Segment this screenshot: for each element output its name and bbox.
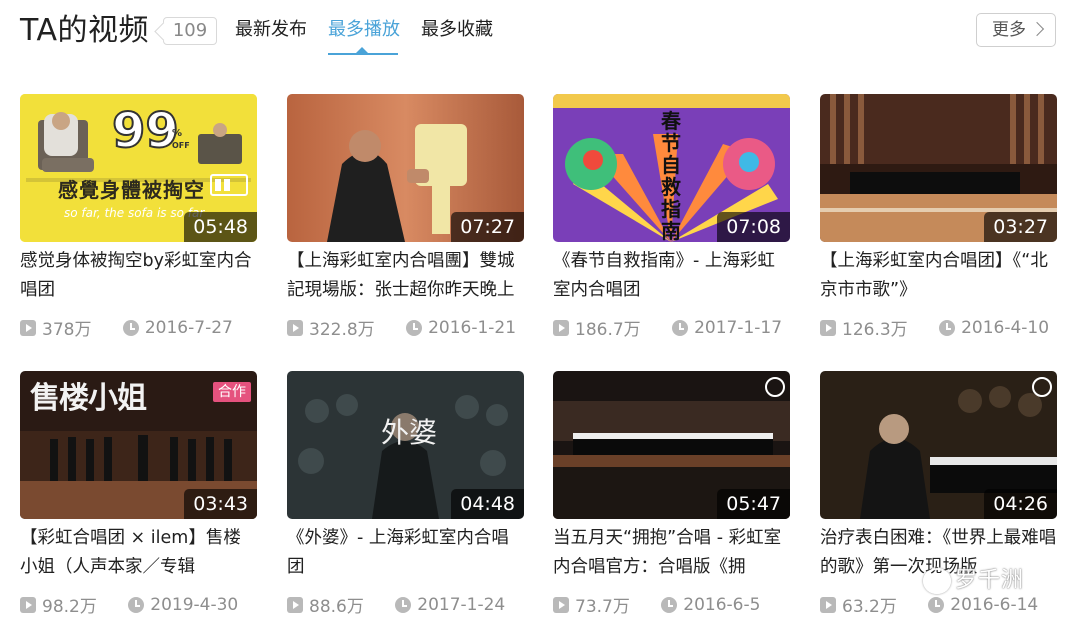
video-card[interactable]: 07:27 【上海彩虹室内合唱團】雙城記現場版：张士超你昨天晚上 322.8万 … [287,94,524,340]
thumbnail-subcaption: so far, the sofa is so far [64,206,205,220]
video-meta: 186.7万 2017-1-17 [553,315,803,340]
section-title: TA的视频 [20,13,150,48]
video-meta: 73.7万 2016-6-5 [553,592,803,617]
clock-icon [128,596,145,613]
thumbnail-caption: 外婆 [381,416,438,449]
video-card[interactable]: 04:26 治疗表白困难：《世界上最难唱的歌》第一次现场版 63.2万 2016… [820,371,1057,617]
section-header: TA的视频 109 最新发布 最多播放 最多收藏 更多 [0,0,1080,70]
upload-date: 2016-4-10 [961,317,1050,338]
video-thumbnail[interactable]: 春节自救指南 07:08 [553,94,790,242]
play-count-icon [287,596,303,613]
tab-latest[interactable]: 最新发布 [235,18,307,42]
play-count: 73.7万 [575,597,630,617]
more-button-label: 更多 [992,20,1026,40]
chevron-right-icon [1029,21,1045,37]
play-count: 88.6万 [309,597,364,617]
wechat-icon [923,568,951,594]
play-count-icon [820,596,836,613]
play-count: 98.2万 [42,597,97,617]
duration-badge: 07:27 [451,212,524,242]
video-thumbnail[interactable]: 售楼小姐 合作 03:43 [20,371,257,519]
clock-icon [395,596,412,613]
play-count: 378万 [42,320,92,340]
thumbnail-percent: % [172,128,183,139]
watermark: 罗千洲 [923,562,1048,598]
video-meta: 378万 2016-7-27 [20,315,270,340]
duration-badge: 04:26 [984,489,1057,519]
clock-icon [939,319,956,336]
thumbnail-caption: 感覺身體被掏空 [58,178,205,202]
play-count: 322.8万 [309,320,375,340]
thumbnail-big-number: 99 [111,103,180,159]
play-count-icon [553,596,569,613]
video-card[interactable]: 03:27 【上海彩虹室内合唱团】《“北京市市歌”》 126.3万 2016-4… [820,94,1057,340]
video-title[interactable]: 【上海彩虹室内合唱团】《“北京市市歌”》 [820,247,1057,305]
play-count-icon [287,319,303,336]
duration-badge: 04:48 [451,489,524,519]
video-card[interactable]: 外婆 04:48 《外婆》- 上海彩虹室内合唱团 88.6万 2017-1-24 [287,371,524,617]
clock-icon [928,596,945,613]
upload-date: 2016-7-27 [144,317,233,338]
video-title[interactable]: 感觉身体被掏空by彩虹室内合唱团 [20,247,257,305]
video-card[interactable]: 售楼小姐 合作 03:43 【彩虹合唱团 × ilem】售楼小姐（人声本家／专辑… [20,371,257,617]
video-title[interactable]: 《外婆》- 上海彩虹室内合唱团 [287,524,524,582]
duration-badge: 03:43 [184,489,257,519]
video-meta: 88.6万 2017-1-24 [287,592,537,617]
video-thumbnail[interactable]: 03:27 [820,94,1057,242]
play-count-icon [820,319,836,336]
watermark-text: 罗千洲 [955,568,1025,593]
upload-date: 2016-6-5 [683,594,761,615]
video-thumbnail[interactable]: 07:27 [287,94,524,242]
video-thumbnail[interactable]: 99 % OFF 感覺身體被掏空 so far, the sofa is so … [20,94,257,242]
upload-date: 2016-1-21 [428,317,517,338]
clock-icon [122,319,139,336]
duration-badge: 03:27 [984,212,1057,242]
clock-icon [406,319,423,336]
video-card[interactable]: 99 % OFF 感覺身體被掏空 so far, the sofa is so … [20,94,257,340]
more-button[interactable]: 更多 [976,13,1056,47]
thumbnail-caption: 售楼小姐 [30,381,147,416]
clock-icon [672,319,689,336]
play-count: 126.3万 [842,320,908,340]
video-card[interactable]: 春节自救指南 07:08 《春节自救指南》- 上海彩虹室内合唱团 186.7万 … [553,94,790,340]
duration-badge: 05:47 [717,489,790,519]
video-title[interactable]: 【上海彩虹室内合唱團】雙城記現場版：张士超你昨天晚上 [287,247,524,305]
play-count: 63.2万 [842,597,897,617]
upload-date: 2017-1-24 [417,594,506,615]
thumbnail-off: OFF [172,141,190,150]
duration-badge: 07:08 [717,212,790,242]
play-count-icon [20,596,36,613]
active-tab-underline [328,53,398,55]
upload-date: 2017-1-17 [694,317,783,338]
tab-most-played[interactable]: 最多播放 [328,18,400,42]
upload-date: 2019-4-30 [150,594,239,615]
video-thumbnail[interactable]: 05:47 [553,371,790,519]
play-count: 186.7万 [575,320,641,340]
battery-icon [210,174,248,196]
duration-badge: 05:48 [184,212,257,242]
video-meta: 126.3万 2016-4-10 [820,315,1070,340]
tab-most-favorited[interactable]: 最多收藏 [421,18,493,42]
collab-badge: 合作 [213,382,251,402]
play-count-icon [20,319,36,336]
video-title[interactable]: 【彩虹合唱团 × ilem】售楼小姐（人声本家／专辑 [20,524,257,582]
video-count-badge: 109 [163,17,217,45]
clock-icon [661,596,678,613]
video-meta: 98.2万 2019-4-30 [20,592,270,617]
thumbnail-caption: 春节自救指南 [661,109,681,242]
video-thumbnail[interactable]: 04:26 [820,371,1057,519]
video-thumbnail[interactable]: 外婆 04:48 [287,371,524,519]
video-title[interactable]: 《春节自救指南》- 上海彩虹室内合唱团 [553,247,790,305]
video-meta: 322.8万 2016-1-21 [287,315,537,340]
play-count-icon [553,319,569,336]
video-card[interactable]: 05:47 当五月天“拥抱”合唱 - 彩虹室内合唱官方：合唱版《拥 73.7万 … [553,371,790,617]
video-title[interactable]: 当五月天“拥抱”合唱 - 彩虹室内合唱官方：合唱版《拥 [553,524,790,582]
